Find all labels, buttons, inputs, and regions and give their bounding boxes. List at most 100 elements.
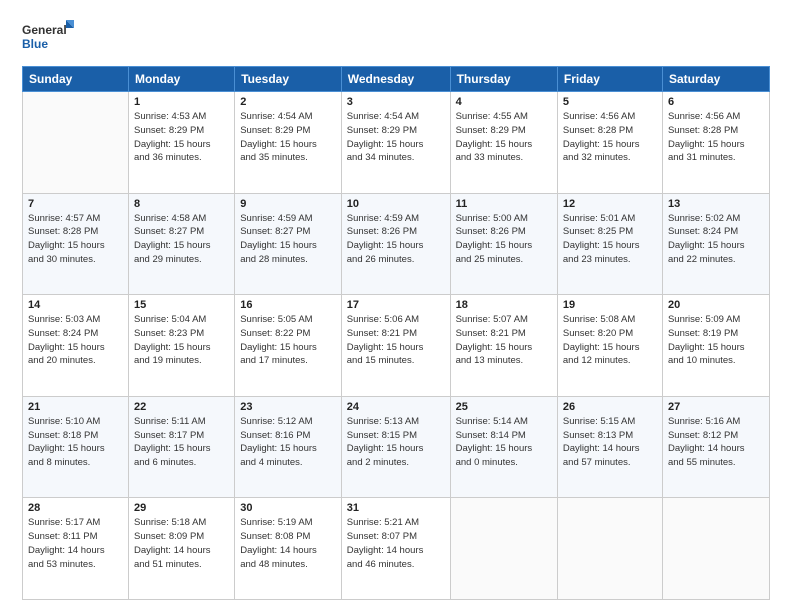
calendar-cell: 12Sunrise: 5:01 AM Sunset: 8:25 PM Dayli… xyxy=(557,193,662,295)
calendar-table: SundayMondayTuesdayWednesdayThursdayFrid… xyxy=(22,66,770,600)
calendar-cell: 16 Sunrise: 5:05 AM Sunset: 8:22 PM Dayli… xyxy=(235,295,342,397)
calendar-week-row: 7 Sunrise: 4:57 AM Sunset: 8:28 PM Daylig… xyxy=(23,193,770,295)
day-info: Sunrise: 5:07 AM Sunset: 8:21 PM Dayligh… xyxy=(456,313,552,368)
day-info: Sunrise: 5:15 AM Sunset: 8:13 PM Dayligh… xyxy=(563,415,657,470)
day-number: 11 xyxy=(456,198,552,210)
calendar-cell: 24Sunrise: 5:13 AM Sunset: 8:15 PM Dayli… xyxy=(341,396,450,498)
day-info: Sunrise: 5:12 AM Sunset: 8:16 PM Dayligh… xyxy=(240,415,336,470)
day-number: 6 xyxy=(668,96,764,108)
calendar-cell: 20 Sunrise: 5:09 AM Sunset: 8:19 PM Dayli… xyxy=(662,295,769,397)
day-info: Sunrise: 5:17 AM Sunset: 8:11 PM Dayligh… xyxy=(28,516,123,571)
day-number: 19 xyxy=(563,299,657,311)
day-info: Sunrise: 4:56 AM Sunset: 8:28 PM Dayligh… xyxy=(668,110,764,165)
calendar-cell: 8 Sunrise: 4:58 AM Sunset: 8:27 PM Daylig… xyxy=(128,193,234,295)
header: General Blue xyxy=(22,18,770,56)
day-info: Sunrise: 4:54 AM Sunset: 8:29 PM Dayligh… xyxy=(347,110,445,165)
calendar-cell xyxy=(557,498,662,600)
day-info: Sunrise: 5:09 AM Sunset: 8:19 PM Dayligh… xyxy=(668,313,764,368)
calendar-cell: 5Sunrise: 4:56 AM Sunset: 8:28 PM Daylig… xyxy=(557,92,662,194)
day-number: 16 xyxy=(240,299,336,311)
calendar-week-row: 28Sunrise: 5:17 AM Sunset: 8:11 PM Dayli… xyxy=(23,498,770,600)
calendar-cell: 4Sunrise: 4:55 AM Sunset: 8:29 PM Daylig… xyxy=(450,92,557,194)
day-number: 25 xyxy=(456,401,552,413)
calendar-cell: 15Sunrise: 5:04 AM Sunset: 8:23 PM Dayli… xyxy=(128,295,234,397)
calendar-cell: 7 Sunrise: 4:57 AM Sunset: 8:28 PM Daylig… xyxy=(23,193,129,295)
day-number: 23 xyxy=(240,401,336,413)
calendar-cell: 27 Sunrise: 5:16 AM Sunset: 8:12 PM Dayli… xyxy=(662,396,769,498)
calendar-cell xyxy=(23,92,129,194)
day-number: 8 xyxy=(134,198,229,210)
day-info: Sunrise: 5:03 AM Sunset: 8:24 PM Dayligh… xyxy=(28,313,123,368)
day-info: Sunrise: 5:19 AM Sunset: 8:08 PM Dayligh… xyxy=(240,516,336,571)
day-number: 5 xyxy=(563,96,657,108)
calendar-cell: 14 Sunrise: 5:03 AM Sunset: 8:24 PM Dayli… xyxy=(23,295,129,397)
calendar-cell: 13 Sunrise: 5:02 AM Sunset: 8:24 PM Dayli… xyxy=(662,193,769,295)
calendar-cell xyxy=(662,498,769,600)
calendar-week-row: 14 Sunrise: 5:03 AM Sunset: 8:24 PM Dayli… xyxy=(23,295,770,397)
day-of-week-header: Thursday xyxy=(450,67,557,92)
day-number: 21 xyxy=(28,401,123,413)
day-info: Sunrise: 5:08 AM Sunset: 8:20 PM Dayligh… xyxy=(563,313,657,368)
day-info: Sunrise: 4:59 AM Sunset: 8:27 PM Dayligh… xyxy=(240,212,336,267)
day-info: Sunrise: 5:05 AM Sunset: 8:22 PM Dayligh… xyxy=(240,313,336,368)
day-number: 14 xyxy=(28,299,123,311)
day-number: 27 xyxy=(668,401,764,413)
day-number: 30 xyxy=(240,502,336,514)
days-of-week-row: SundayMondayTuesdayWednesdayThursdayFrid… xyxy=(23,67,770,92)
day-number: 10 xyxy=(347,198,445,210)
day-info: Sunrise: 5:06 AM Sunset: 8:21 PM Dayligh… xyxy=(347,313,445,368)
calendar-page: General Blue SundayMondayTuesdayWednesda… xyxy=(0,0,792,612)
calendar-week-row: 1 Sunrise: 4:53 AM Sunset: 8:29 PM Daylig… xyxy=(23,92,770,194)
day-number: 15 xyxy=(134,299,229,311)
day-number: 17 xyxy=(347,299,445,311)
day-number: 4 xyxy=(456,96,552,108)
svg-text:General: General xyxy=(22,23,67,37)
calendar-cell: 19 Sunrise: 5:08 AM Sunset: 8:20 PM Dayli… xyxy=(557,295,662,397)
day-info: Sunrise: 5:16 AM Sunset: 8:12 PM Dayligh… xyxy=(668,415,764,470)
day-number: 22 xyxy=(134,401,229,413)
day-number: 29 xyxy=(134,502,229,514)
day-of-week-header: Friday xyxy=(557,67,662,92)
day-info: Sunrise: 5:10 AM Sunset: 8:18 PM Dayligh… xyxy=(28,415,123,470)
calendar-cell: 18Sunrise: 5:07 AM Sunset: 8:21 PM Dayli… xyxy=(450,295,557,397)
calendar-cell: 28Sunrise: 5:17 AM Sunset: 8:11 PM Dayli… xyxy=(23,498,129,600)
day-info: Sunrise: 5:21 AM Sunset: 8:07 PM Dayligh… xyxy=(347,516,445,571)
day-number: 13 xyxy=(668,198,764,210)
calendar-cell: 2 Sunrise: 4:54 AM Sunset: 8:29 PM Daylig… xyxy=(235,92,342,194)
calendar-cell: 21 Sunrise: 5:10 AM Sunset: 8:18 PM Dayli… xyxy=(23,396,129,498)
day-number: 31 xyxy=(347,502,445,514)
calendar-cell: 9 Sunrise: 4:59 AM Sunset: 8:27 PM Daylig… xyxy=(235,193,342,295)
day-info: Sunrise: 4:54 AM Sunset: 8:29 PM Dayligh… xyxy=(240,110,336,165)
day-number: 20 xyxy=(668,299,764,311)
day-info: Sunrise: 5:11 AM Sunset: 8:17 PM Dayligh… xyxy=(134,415,229,470)
day-number: 1 xyxy=(134,96,229,108)
day-number: 9 xyxy=(240,198,336,210)
svg-text:Blue: Blue xyxy=(22,37,48,51)
calendar-cell: 6 Sunrise: 4:56 AM Sunset: 8:28 PM Daylig… xyxy=(662,92,769,194)
calendar-cell: 26Sunrise: 5:15 AM Sunset: 8:13 PM Dayli… xyxy=(557,396,662,498)
calendar-cell xyxy=(450,498,557,600)
calendar-cell: 17 Sunrise: 5:06 AM Sunset: 8:21 PM Dayli… xyxy=(341,295,450,397)
day-info: Sunrise: 4:57 AM Sunset: 8:28 PM Dayligh… xyxy=(28,212,123,267)
day-of-week-header: Saturday xyxy=(662,67,769,92)
day-of-week-header: Wednesday xyxy=(341,67,450,92)
day-info: Sunrise: 4:53 AM Sunset: 8:29 PM Dayligh… xyxy=(134,110,229,165)
day-of-week-header: Monday xyxy=(128,67,234,92)
day-info: Sunrise: 5:00 AM Sunset: 8:26 PM Dayligh… xyxy=(456,212,552,267)
day-number: 12 xyxy=(563,198,657,210)
day-info: Sunrise: 5:14 AM Sunset: 8:14 PM Dayligh… xyxy=(456,415,552,470)
general-blue-logo: General Blue xyxy=(22,18,74,56)
calendar-cell: 30 Sunrise: 5:19 AM Sunset: 8:08 PM Dayli… xyxy=(235,498,342,600)
day-info: Sunrise: 5:02 AM Sunset: 8:24 PM Dayligh… xyxy=(668,212,764,267)
calendar-body: 1 Sunrise: 4:53 AM Sunset: 8:29 PM Daylig… xyxy=(23,92,770,600)
day-number: 2 xyxy=(240,96,336,108)
day-info: Sunrise: 4:58 AM Sunset: 8:27 PM Dayligh… xyxy=(134,212,229,267)
day-of-week-header: Sunday xyxy=(23,67,129,92)
calendar-cell: 10Sunrise: 4:59 AM Sunset: 8:26 PM Dayli… xyxy=(341,193,450,295)
day-number: 24 xyxy=(347,401,445,413)
day-number: 7 xyxy=(28,198,123,210)
logo: General Blue xyxy=(22,18,74,56)
calendar-cell: 3Sunrise: 4:54 AM Sunset: 8:29 PM Daylig… xyxy=(341,92,450,194)
day-of-week-header: Tuesday xyxy=(235,67,342,92)
calendar-cell: 11 Sunrise: 5:00 AM Sunset: 8:26 PM Dayli… xyxy=(450,193,557,295)
